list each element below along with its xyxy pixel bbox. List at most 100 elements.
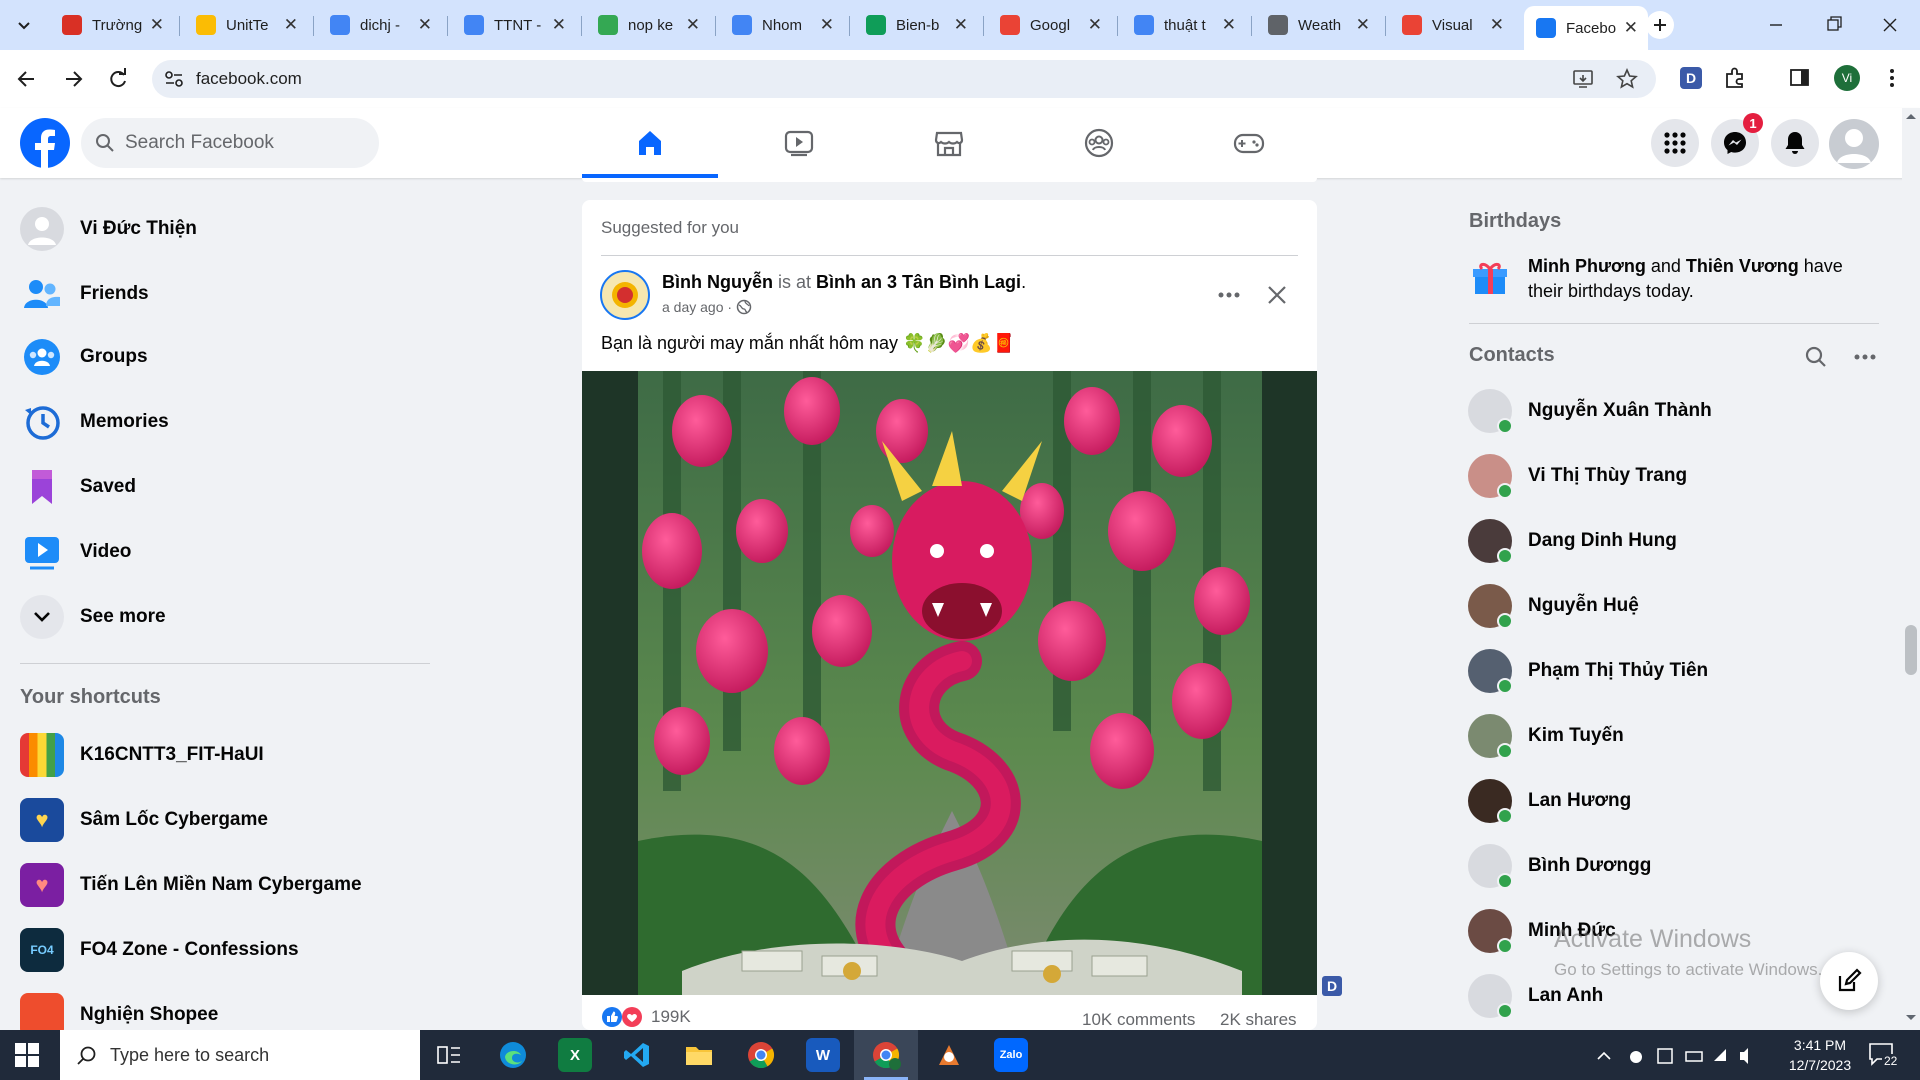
shares-count[interactable]: 2K shares <box>1220 1010 1297 1030</box>
taskbar-search-input[interactable]: Type here to search <box>60 1030 420 1080</box>
tab-close-icon[interactable]: ✕ <box>954 15 968 35</box>
nav-marketplace[interactable] <box>881 108 1017 178</box>
tab-close-icon[interactable]: ✕ <box>418 15 432 35</box>
shortcut-item[interactable]: FO4 FO4 Zone - Confessions <box>20 922 299 978</box>
vscode-icon[interactable] <box>620 1038 654 1072</box>
chrome-icon[interactable] <box>744 1038 778 1072</box>
star-icon[interactable] <box>1616 68 1638 90</box>
tab-close-icon[interactable]: ✕ <box>1624 18 1638 38</box>
contact-item[interactable]: Phạm Thị Thủy Tiên <box>1468 641 1708 701</box>
excel-icon[interactable]: X <box>558 1038 592 1072</box>
post-options-button[interactable] <box>1214 280 1244 310</box>
messenger-button[interactable]: 1 <box>1711 113 1763 167</box>
back-button[interactable] <box>12 64 42 94</box>
author-name[interactable]: Bình Nguyễn <box>662 272 773 292</box>
new-message-button[interactable] <box>1820 952 1878 1010</box>
browser-tab[interactable]: Trường ✕ <box>50 6 174 44</box>
facebook-logo[interactable] <box>20 118 70 168</box>
close-window-button[interactable] <box>1870 14 1910 36</box>
chrome-menu-button[interactable] <box>1884 66 1900 90</box>
tab-close-icon[interactable]: ✕ <box>150 15 164 35</box>
place-name[interactable]: Bình an 3 Tân Bình Lagi <box>816 272 1021 292</box>
reload-button[interactable] <box>103 64 133 94</box>
sidebar-profile[interactable]: Vi Đức Thiện <box>20 201 197 257</box>
browser-tab[interactable]: Googl ✕ <box>988 6 1112 44</box>
sidebar-item-groups[interactable]: Groups <box>20 329 148 385</box>
sidebar-item-video[interactable]: Video <box>20 524 131 580</box>
zalo-icon[interactable]: Zalo <box>994 1038 1028 1072</box>
scrollbar-thumb[interactable] <box>1905 625 1917 675</box>
menu-button[interactable] <box>1651 119 1699 167</box>
contact-item[interactable]: Vi Thị Thùy Trang <box>1468 446 1687 506</box>
edge-icon[interactable] <box>496 1038 530 1072</box>
tab-close-icon[interactable]: ✕ <box>686 15 700 35</box>
contact-item[interactable]: Lan Hương <box>1468 771 1631 831</box>
scroll-up-icon[interactable] <box>1905 112 1917 120</box>
new-tab-button[interactable] <box>1646 11 1674 39</box>
notifications-button[interactable] <box>1771 119 1819 167</box>
extension-d-overlay-icon[interactable]: D <box>1322 976 1342 996</box>
comments-count[interactable]: 10K comments <box>1082 1010 1195 1030</box>
install-app-icon[interactable] <box>1572 68 1596 90</box>
tab-close-icon[interactable]: ✕ <box>1356 15 1370 35</box>
author-avatar[interactable] <box>600 270 650 320</box>
contacts-search-button[interactable] <box>1801 342 1831 372</box>
extension-d-button[interactable]: D <box>1680 67 1702 89</box>
tab-search-button[interactable] <box>10 13 38 39</box>
forward-button[interactable] <box>58 64 88 94</box>
minimize-button[interactable] <box>1756 14 1796 36</box>
start-button[interactable] <box>14 1042 42 1070</box>
extensions-button[interactable] <box>1722 65 1748 91</box>
sidebar-item-memories[interactable]: Memories <box>20 394 169 450</box>
contact-item[interactable]: Dang Dinh Hung <box>1468 511 1677 571</box>
nav-video[interactable] <box>731 108 867 178</box>
nav-home[interactable] <box>582 108 718 178</box>
clock[interactable]: 3:41 PM 12/7/2023 <box>1780 1035 1860 1075</box>
task-view-icon[interactable] <box>432 1038 466 1072</box>
notification-center-button[interactable]: 22 <box>1868 1042 1904 1070</box>
post-time[interactable]: a day ago · <box>662 299 732 315</box>
browser-tab[interactable]: Weath ✕ <box>1256 6 1380 44</box>
facebook-search-input[interactable]: Search Facebook <box>81 118 379 168</box>
browser-tab[interactable]: UnitTe ✕ <box>184 6 308 44</box>
file-explorer-icon[interactable] <box>682 1038 716 1072</box>
tab-close-icon[interactable]: ✕ <box>1490 15 1504 35</box>
contact-item[interactable]: Kim Tuyến <box>1468 706 1624 766</box>
tab-close-icon[interactable]: ✕ <box>820 15 834 35</box>
contact-item[interactable]: Nguyễn Xuân Thành <box>1468 381 1712 441</box>
restore-button[interactable] <box>1814 14 1854 36</box>
browser-tab[interactable]: dichj - ✕ <box>318 6 442 44</box>
account-avatar[interactable] <box>1829 119 1879 169</box>
profile-avatar[interactable]: Vi <box>1834 65 1860 91</box>
contact-item[interactable]: Nguyễn Huệ <box>1468 576 1639 636</box>
scroll-down-icon[interactable] <box>1905 1014 1917 1022</box>
browser-tab[interactable]: thuật t ✕ <box>1122 6 1246 44</box>
tab-close-icon[interactable]: ✕ <box>1088 15 1102 35</box>
nav-groups[interactable] <box>1031 108 1167 178</box>
birthday-text[interactable]: Minh Phương and Thiên Vương have their b… <box>1528 254 1868 304</box>
browser-tab[interactable]: TTNT - ✕ <box>452 6 576 44</box>
tab-close-icon[interactable]: ✕ <box>1222 15 1236 35</box>
tab-close-icon[interactable]: ✕ <box>284 15 298 35</box>
word-icon[interactable]: W <box>806 1038 840 1072</box>
browser-tab[interactable]: Facebo ✕ <box>1524 6 1648 50</box>
shortcut-item[interactable]: ♥ Sâm Lốc Cybergame <box>20 792 268 848</box>
tab-close-icon[interactable]: ✕ <box>552 15 566 35</box>
browser-tab[interactable]: nop ke ✕ <box>586 6 710 44</box>
tray-icons[interactable] <box>1590 1044 1760 1066</box>
sidebar-see-more[interactable]: See more <box>20 589 166 645</box>
side-panel-button[interactable] <box>1788 66 1812 90</box>
reactions-row[interactable]: 199K <box>601 1006 691 1028</box>
address-bar[interactable]: facebook.com <box>152 60 1656 98</box>
hide-post-button[interactable] <box>1262 280 1292 310</box>
browser-tab[interactable]: Nhom ✕ <box>720 6 844 44</box>
nav-gaming[interactable] <box>1181 108 1317 178</box>
sidebar-item-saved[interactable]: Saved <box>20 459 136 515</box>
sidebar-item-friends[interactable]: Friends <box>20 266 149 322</box>
browser-tab[interactable]: Visual ✕ <box>1390 6 1514 44</box>
contacts-options-button[interactable] <box>1850 342 1880 372</box>
app-icon[interactable] <box>932 1038 966 1072</box>
page-scrollbar[interactable] <box>1902 108 1920 1030</box>
shortcut-item[interactable]: ♥ Tiến Lên Miền Nam Cybergame <box>20 857 362 913</box>
post-image[interactable] <box>582 371 1317 995</box>
